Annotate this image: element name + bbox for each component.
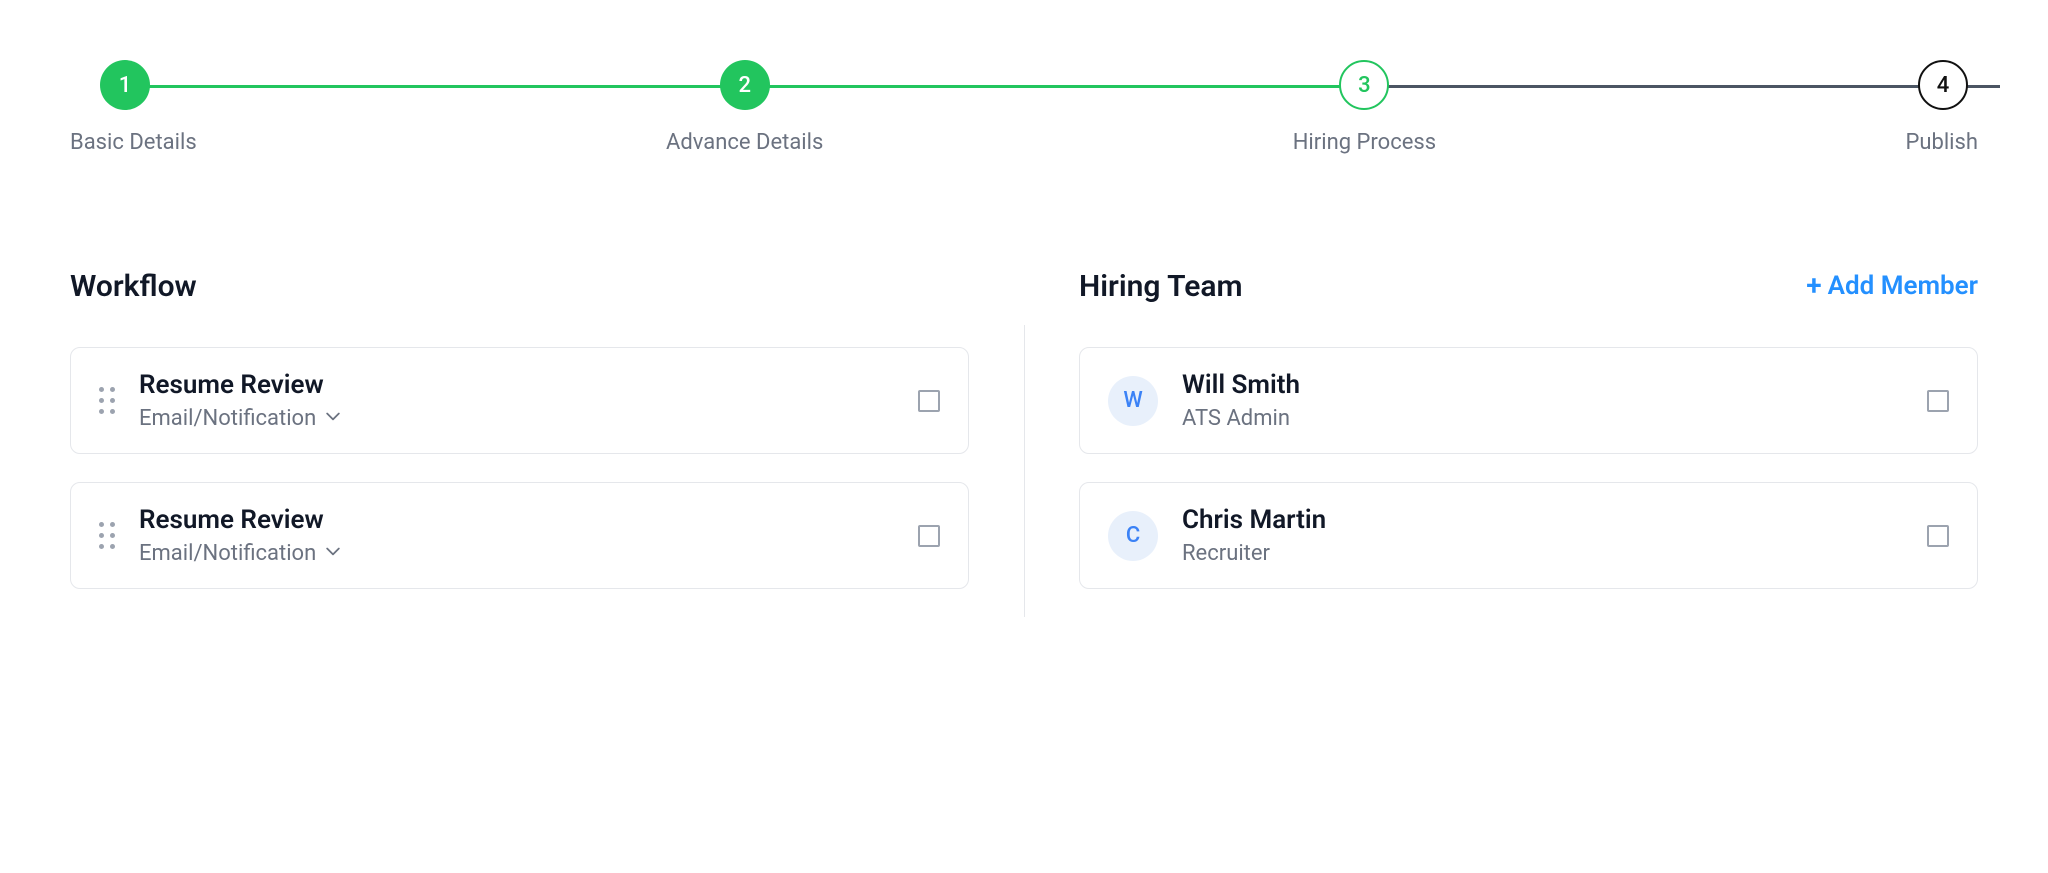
step-hiring-process[interactable]: 3 Hiring Process: [1293, 60, 1436, 155]
team-member-role: Recruiter: [1182, 541, 1903, 566]
team-member-body: Will Smith ATS Admin: [1182, 370, 1903, 431]
workflow-item-sub-label: Email/Notification: [139, 406, 316, 431]
step-number: 4: [1937, 73, 1950, 98]
workflow-item-sub-label: Email/Notification: [139, 541, 316, 566]
workflow-item: Resume Review Email/Notification: [70, 482, 969, 589]
workflow-item-body: Resume Review Email/Notification: [139, 505, 894, 566]
step-label: Basic Details: [70, 130, 197, 155]
team-member-item: C Chris Martin Recruiter: [1079, 482, 1978, 589]
step-circle: 4: [1918, 60, 1968, 110]
add-member-label: Add Member: [1828, 271, 1978, 301]
team-member-checkbox[interactable]: [1927, 390, 1949, 412]
chevron-down-icon: [326, 547, 340, 561]
workflow-item-title: Resume Review: [139, 370, 894, 400]
step-number: 3: [1358, 73, 1371, 98]
step-circle: 1: [100, 60, 150, 110]
avatar: W: [1108, 376, 1158, 426]
workflow-item-sub-dropdown[interactable]: Email/Notification: [139, 541, 894, 566]
step-number: 2: [738, 73, 751, 98]
step-publish[interactable]: 4 Publish: [1905, 60, 1978, 155]
team-member-name: Will Smith: [1182, 370, 1903, 400]
step-label: Publish: [1905, 130, 1978, 155]
workflow-item-title: Resume Review: [139, 505, 894, 535]
step-basic-details[interactable]: 1 Basic Details: [70, 60, 197, 155]
hiring-team-column: Hiring Team + Add Member W Will Smith AT…: [1024, 265, 1978, 617]
team-member-item: W Will Smith ATS Admin: [1079, 347, 1978, 454]
team-member-role: ATS Admin: [1182, 406, 1903, 431]
workflow-item: Resume Review Email/Notification: [70, 347, 969, 454]
workflow-item-checkbox[interactable]: [918, 390, 940, 412]
avatar: C: [1108, 511, 1158, 561]
drag-handle-icon[interactable]: [99, 522, 115, 549]
step-connector-2-3: [750, 85, 1376, 88]
hiring-team-heading: Hiring Team: [1079, 269, 1243, 304]
step-label: Hiring Process: [1293, 130, 1436, 155]
plus-icon: +: [1806, 272, 1821, 300]
team-member-body: Chris Martin Recruiter: [1182, 505, 1903, 566]
step-number: 1: [119, 73, 132, 98]
workflow-item-sub-dropdown[interactable]: Email/Notification: [139, 406, 894, 431]
team-member-checkbox[interactable]: [1927, 525, 1949, 547]
vertical-divider: [1024, 325, 1025, 617]
chevron-down-icon: [326, 412, 340, 426]
hiring-team-header: Hiring Team + Add Member: [1079, 265, 1978, 307]
step-connector-1-2: [124, 85, 750, 88]
add-member-button[interactable]: + Add Member: [1806, 271, 1978, 301]
step-circle: 2: [720, 60, 770, 110]
step-circle: 3: [1339, 60, 1389, 110]
workflow-header: Workflow: [70, 265, 969, 307]
workflow-heading: Workflow: [70, 269, 197, 304]
workflow-column: Workflow Resume Review Email/Notificatio…: [70, 265, 1024, 617]
workflow-item-checkbox[interactable]: [918, 525, 940, 547]
avatar-initial: W: [1123, 388, 1142, 413]
progress-stepper: 1 Basic Details 2 Advance Details 3 Hiri…: [70, 60, 1978, 155]
step-advance-details[interactable]: 2 Advance Details: [666, 60, 823, 155]
avatar-initial: C: [1126, 523, 1140, 548]
workflow-item-body: Resume Review Email/Notification: [139, 370, 894, 431]
team-member-name: Chris Martin: [1182, 505, 1903, 535]
content-columns: Workflow Resume Review Email/Notificatio…: [70, 265, 1978, 617]
drag-handle-icon[interactable]: [99, 387, 115, 414]
step-label: Advance Details: [666, 130, 823, 155]
